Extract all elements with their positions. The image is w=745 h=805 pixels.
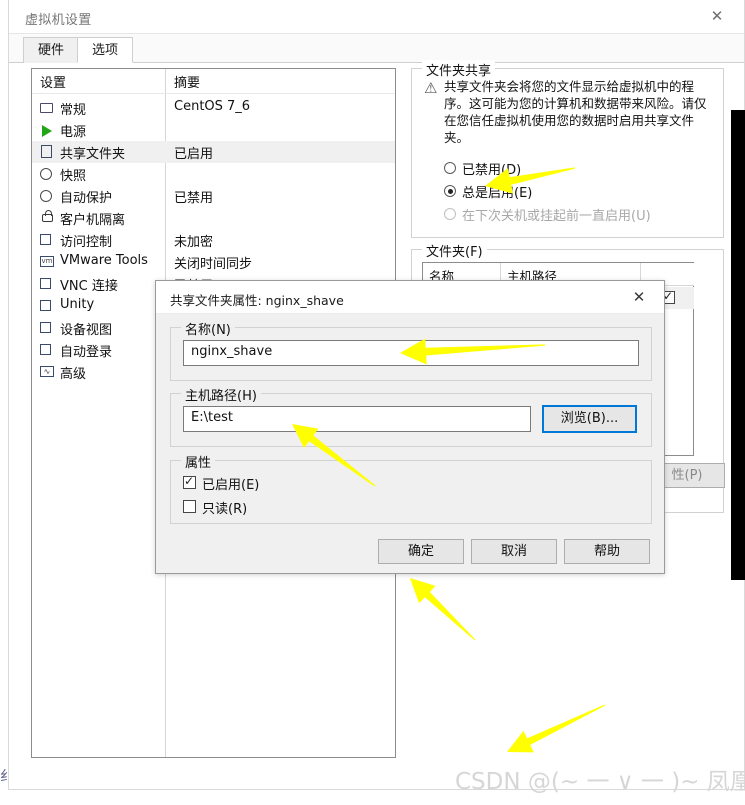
close-icon[interactable]: ✕ xyxy=(618,281,660,313)
settings-row-1[interactable]: 常规 CentOS 7_6 xyxy=(32,97,395,119)
monitor-icon xyxy=(40,103,53,113)
access-control-icon xyxy=(40,234,51,245)
close-icon[interactable]: ✕ xyxy=(696,0,738,33)
dialog-titlebar: 共享文件夹属性: nginx_shave ✕ xyxy=(156,281,664,314)
header-setting: 设置 xyxy=(40,76,67,91)
screen-edge-black-strip xyxy=(731,110,745,580)
settings-row-summary: CentOS 7_6 xyxy=(174,99,251,114)
settings-row-summary: 未加密 xyxy=(174,235,214,250)
settings-row-2[interactable]: 电源 xyxy=(32,119,395,141)
settings-row-5[interactable]: 自动保护 已禁用 xyxy=(32,185,395,207)
settings-row-label: 访问控制 xyxy=(60,235,113,250)
browse-button[interactable]: 浏览(B)... xyxy=(542,405,637,433)
folder-sharing-panel: 文件夹共享 共享文件夹会将您的文件显示给虚拟机中的程序。这可能为您的计算机和数据… xyxy=(411,60,724,238)
settings-row-label: VMware Tools xyxy=(60,253,148,268)
screenshot-root: 虚拟机设置 ✕ 硬件 选项 设置 摘要 常规 CentOS 7_6 电源 共享文件夹已… xyxy=(0,0,745,805)
tab-hardware[interactable]: 硬件 xyxy=(23,37,80,63)
attributes-group: 属性 已启用(E) 只读(R) xyxy=(170,452,652,524)
warning-triangle-icon xyxy=(424,81,440,97)
settings-row-label: 自动保护 xyxy=(60,191,113,206)
settings-row-label: 客户机隔离 xyxy=(60,213,126,228)
host-path-group: 主机路径(H) E:\test 浏览(B)... xyxy=(170,385,652,447)
lock-icon xyxy=(42,210,53,222)
settings-list-header: 设置 摘要 xyxy=(32,69,395,93)
settings-row-8[interactable]: vm VMware Tools 关闭时间同步 xyxy=(32,251,395,273)
radio-label-until-shutdown: 在下次关机或挂起前一直启用(U) xyxy=(462,209,651,224)
shared-folder-properties-dialog: 共享文件夹属性: nginx_shave ✕ 名称(N) nginx_shave… xyxy=(155,280,665,574)
name-input[interactable]: nginx_shave xyxy=(183,340,639,366)
header-rule xyxy=(32,93,395,94)
auto-login-icon xyxy=(40,344,51,355)
folders-legend: 文件夹(F) xyxy=(422,241,487,260)
vnc-icon xyxy=(40,278,51,289)
unity-icon xyxy=(40,300,51,311)
radio-mark-disabled xyxy=(444,162,456,174)
folder-sharing-legend: 文件夹共享 xyxy=(422,60,496,79)
dialog-cancel-button[interactable]: 取消 xyxy=(471,539,557,564)
settings-row-label: VNC 连接 xyxy=(60,279,118,294)
settings-row-summary: 已启用 xyxy=(174,147,214,162)
autoprotect-icon xyxy=(40,190,52,202)
settings-row-label: Unity xyxy=(60,297,95,312)
settings-row-label: 常规 xyxy=(60,103,87,118)
corner-text-fragment: 纟 xyxy=(0,769,14,785)
radio-label-always-enabled: 总是启用(E) xyxy=(462,186,533,201)
radio-mark-until-shutdown xyxy=(444,208,456,220)
shared-folder-icon xyxy=(41,145,52,158)
csdn-watermark: CSDN @(~ 一 ∨ 一 )~ 凤凰涅槃 xyxy=(455,769,745,795)
dialog-title: 共享文件夹属性: nginx_shave xyxy=(170,293,344,308)
settings-row-3[interactable]: 共享文件夹 已启用 xyxy=(32,141,395,163)
settings-row-label: 快照 xyxy=(60,169,87,184)
host-path-group-legend: 主机路径(H) xyxy=(181,385,261,404)
enabled-checkbox-label: 已启用(E) xyxy=(202,478,260,493)
settings-row-label: 共享文件夹 xyxy=(60,147,126,162)
window-title: 虚拟机设置 xyxy=(25,13,92,28)
readonly-checkbox-label: 只读(R) xyxy=(202,502,248,517)
folder-sharing-warning-text: 共享文件夹会将您的文件显示给虚拟机中的程序。这可能为您的计算机和数据带来风险。请… xyxy=(444,79,707,145)
dialog-ok-button[interactable]: 确定 xyxy=(378,539,464,564)
radio-label-disabled: 已禁用(D) xyxy=(462,163,522,178)
tab-strip: 硬件 选项 xyxy=(9,34,744,63)
enabled-checkbox[interactable] xyxy=(183,474,196,489)
vmware-tools-icon: vm xyxy=(40,256,54,267)
window-titlebar: 虚拟机设置 ✕ xyxy=(9,0,744,34)
header-summary: 摘要 xyxy=(174,76,201,91)
settings-row-label: 设备视图 xyxy=(60,323,113,338)
settings-row-7[interactable]: 访问控制 未加密 xyxy=(32,229,395,251)
attributes-group-legend: 属性 xyxy=(181,452,216,471)
advanced-icon: ∿ xyxy=(40,366,54,377)
settings-row-label: 高级 xyxy=(60,367,87,382)
tab-options[interactable]: 选项 xyxy=(77,37,134,63)
settings-row-6[interactable]: 客户机隔离 xyxy=(32,207,395,229)
dialog-help-button[interactable]: 帮助 xyxy=(564,539,650,564)
readonly-checkbox[interactable] xyxy=(183,500,196,513)
settings-row-4[interactable]: 快照 xyxy=(32,163,395,185)
settings-row-label: 自动登录 xyxy=(60,345,113,360)
radio-mark-always-enabled xyxy=(444,185,456,197)
snapshot-clock-icon xyxy=(40,168,52,180)
settings-row-summary: 关闭时间同步 xyxy=(174,257,253,272)
name-group: 名称(N) nginx_shave xyxy=(170,319,652,381)
settings-row-summary: 已禁用 xyxy=(174,191,214,206)
host-path-input[interactable]: E:\test xyxy=(183,406,531,432)
settings-row-label: 电源 xyxy=(60,125,87,140)
name-group-legend: 名称(N) xyxy=(181,319,235,338)
power-play-icon xyxy=(42,125,52,137)
device-view-icon xyxy=(40,322,51,333)
